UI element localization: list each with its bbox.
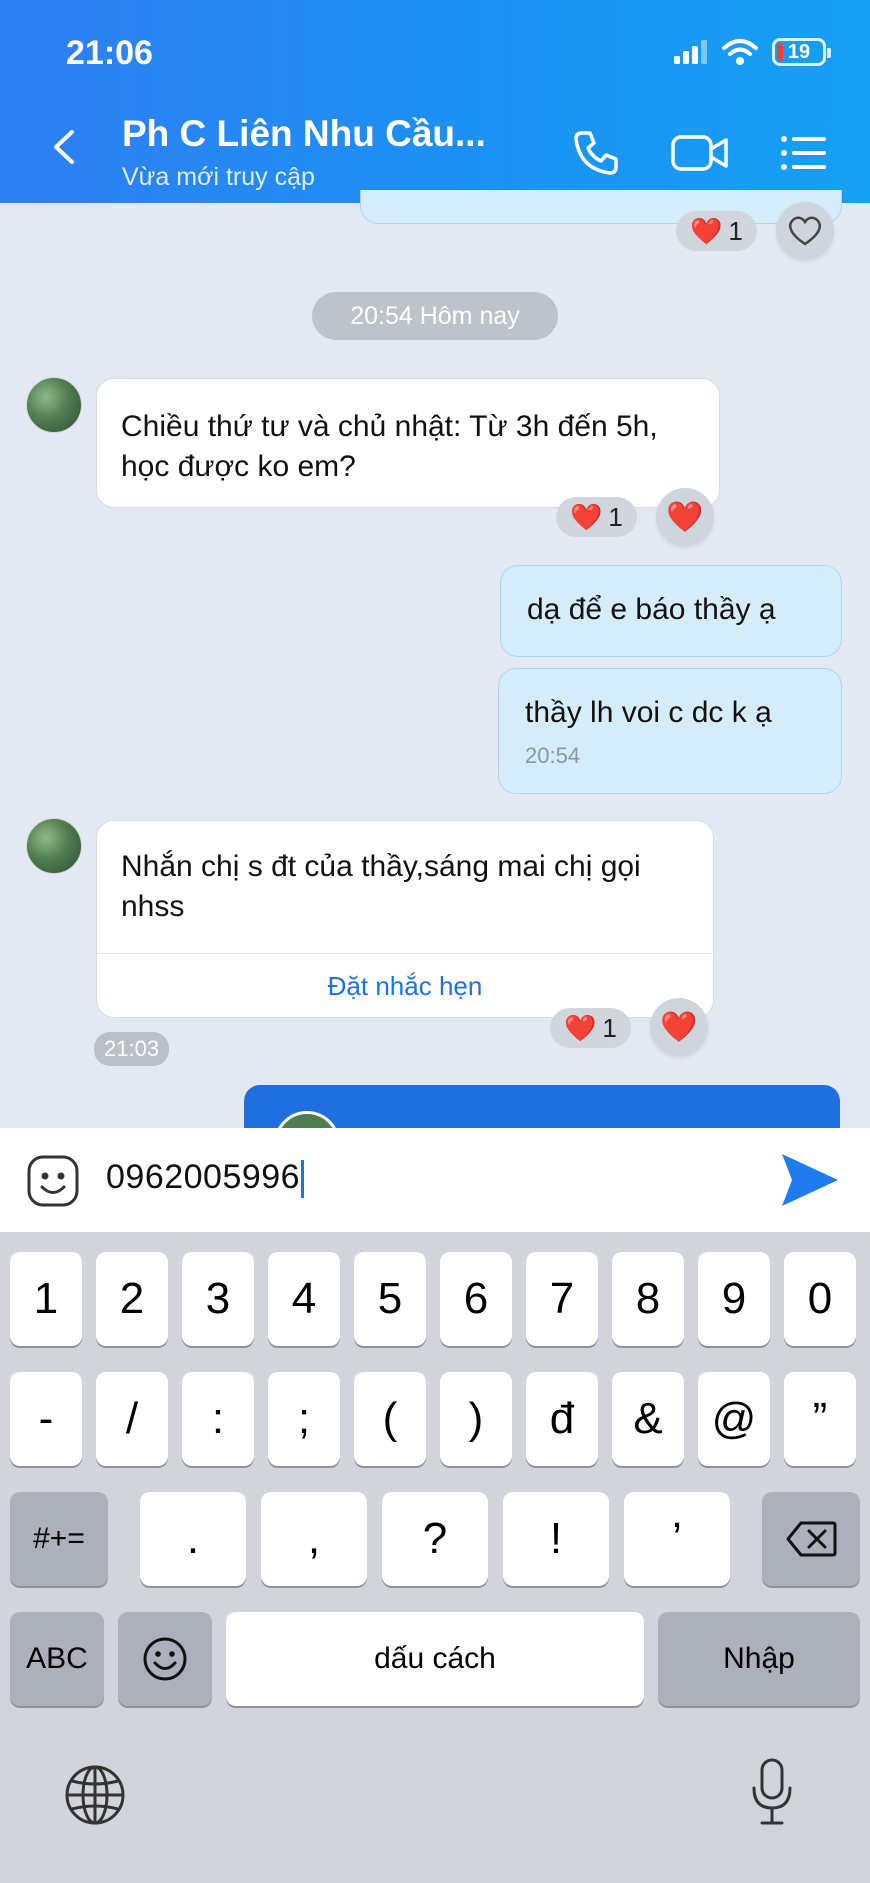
reaction-count: 1 bbox=[602, 1012, 617, 1043]
react-button[interactable]: ❤️ bbox=[650, 998, 708, 1056]
key-0[interactable]: 0 bbox=[784, 1252, 856, 1346]
key-9[interactable]: 9 bbox=[698, 1252, 770, 1346]
message-time: 20:54 bbox=[525, 743, 581, 768]
chat-subtitle: Vừa mới truy cập bbox=[122, 163, 315, 191]
chat-title[interactable]: Ph C Liên Nhu Cầu... bbox=[122, 113, 486, 155]
keyboard: 1 2 3 4 5 6 7 8 9 0 - / : ; ( ) đ & @ ” … bbox=[0, 1232, 870, 1883]
key-close-paren[interactable]: ) bbox=[440, 1372, 512, 1466]
reaction-summary[interactable]: ❤️ 1 bbox=[550, 1008, 631, 1048]
video-call-icon[interactable] bbox=[670, 127, 730, 179]
message-text: thầy lh voi c dc k ạ bbox=[525, 696, 772, 729]
reaction-summary[interactable]: ❤️ 1 bbox=[556, 497, 637, 537]
key-4[interactable]: 4 bbox=[268, 1252, 340, 1346]
key-7[interactable]: 7 bbox=[526, 1252, 598, 1346]
key-comma[interactable]: , bbox=[261, 1492, 367, 1586]
message-bubble-outgoing[interactable]: thầy lh voi c dc k ạ 20:54 bbox=[498, 668, 842, 794]
emoji-icon bbox=[143, 1637, 187, 1681]
abc-key[interactable]: ABC bbox=[10, 1612, 104, 1706]
react-button[interactable] bbox=[776, 202, 834, 260]
key-5[interactable]: 5 bbox=[354, 1252, 426, 1346]
heart-outline-icon bbox=[788, 216, 822, 246]
backspace-key[interactable] bbox=[762, 1492, 860, 1586]
avatar[interactable] bbox=[26, 377, 82, 433]
key-ampersand[interactable]: & bbox=[612, 1372, 684, 1466]
back-icon[interactable] bbox=[48, 130, 82, 164]
wifi-icon bbox=[722, 39, 758, 65]
menu-icon[interactable] bbox=[778, 127, 830, 179]
reaction-count: 1 bbox=[608, 501, 623, 532]
key-d-stroke[interactable]: đ bbox=[526, 1372, 598, 1466]
message-time: 21:03 bbox=[94, 1032, 170, 1066]
phone-call-icon[interactable] bbox=[570, 127, 622, 179]
message-text: Nhắn chị s đt của thầy,sáng mai chị gọi … bbox=[121, 850, 641, 923]
key-open-paren[interactable]: ( bbox=[354, 1372, 426, 1466]
text-caret bbox=[301, 1160, 305, 1199]
emoji-key[interactable] bbox=[118, 1612, 212, 1706]
key-at[interactable]: @ bbox=[698, 1372, 770, 1466]
key-hyphen[interactable]: - bbox=[10, 1372, 82, 1466]
key-semicolon[interactable]: ; bbox=[268, 1372, 340, 1466]
key-exclamation[interactable]: ! bbox=[503, 1492, 609, 1586]
key-quote[interactable]: ” bbox=[784, 1372, 856, 1466]
signal-icon bbox=[674, 40, 707, 64]
message-bubble-partial[interactable] bbox=[360, 190, 842, 224]
symbols-key[interactable]: #+= bbox=[10, 1492, 108, 1586]
key-1[interactable]: 1 bbox=[10, 1252, 82, 1346]
heart-icon: ❤️ bbox=[660, 1010, 698, 1044]
heart-icon: ❤️ bbox=[570, 501, 603, 532]
key-period[interactable]: . bbox=[140, 1492, 246, 1586]
set-reminder-button[interactable]: Đặt nhắc hẹn bbox=[97, 953, 713, 1017]
key-apostrophe[interactable]: ’ bbox=[624, 1492, 730, 1586]
message-text: dạ để e báo thầy ạ bbox=[527, 593, 776, 626]
message-input-value: 0962005996 bbox=[106, 1158, 301, 1196]
key-colon[interactable]: : bbox=[182, 1372, 254, 1466]
battery-level: 19 bbox=[787, 40, 811, 63]
microphone-icon[interactable] bbox=[750, 1758, 794, 1828]
key-3[interactable]: 3 bbox=[182, 1252, 254, 1346]
react-button[interactable]: ❤️ bbox=[656, 488, 714, 546]
reaction-summary[interactable]: ❤️ 1 bbox=[676, 211, 757, 251]
key-2[interactable]: 2 bbox=[96, 1252, 168, 1346]
key-question[interactable]: ? bbox=[382, 1492, 488, 1586]
message-bubble-incoming[interactable]: Nhắn chị s đt của thầy,sáng mai chị gọi … bbox=[96, 820, 714, 1018]
date-separator: 20:54 Hôm nay bbox=[312, 292, 558, 340]
sticker-icon[interactable] bbox=[26, 1154, 80, 1208]
chat-header: 21:06 19 Ph C Liên Nhu Cầu... Vừa mới tr… bbox=[0, 0, 870, 203]
send-icon[interactable] bbox=[778, 1150, 842, 1210]
message-bubble-outgoing[interactable]: dạ để e báo thầy ạ bbox=[500, 565, 842, 657]
space-key[interactable]: dấu cách bbox=[226, 1612, 644, 1706]
contact-card-partial[interactable] bbox=[244, 1085, 840, 1177]
message-bubble-incoming[interactable]: Chiều thứ tư và chủ nhật: Từ 3h đến 5h, … bbox=[96, 378, 720, 508]
return-key[interactable]: Nhập bbox=[658, 1612, 860, 1706]
battery-icon: 19 bbox=[772, 38, 831, 66]
message-input[interactable]: 0962005996 bbox=[106, 1158, 305, 1199]
key-6[interactable]: 6 bbox=[440, 1252, 512, 1346]
globe-icon[interactable] bbox=[64, 1764, 126, 1826]
backspace-icon bbox=[786, 1521, 837, 1557]
status-icons: 19 bbox=[674, 38, 831, 66]
reaction-count: 1 bbox=[728, 215, 743, 246]
message-input-bar: 0962005996 bbox=[0, 1128, 870, 1232]
heart-icon: ❤️ bbox=[666, 500, 704, 534]
avatar[interactable] bbox=[26, 818, 82, 874]
message-text: Chiều thứ tư và chủ nhật: Từ 3h đến 5h, … bbox=[121, 410, 658, 483]
heart-icon: ❤️ bbox=[564, 1012, 597, 1043]
key-8[interactable]: 8 bbox=[612, 1252, 684, 1346]
heart-icon: ❤️ bbox=[690, 215, 723, 246]
status-time: 21:06 bbox=[66, 34, 153, 72]
key-slash[interactable]: / bbox=[96, 1372, 168, 1466]
